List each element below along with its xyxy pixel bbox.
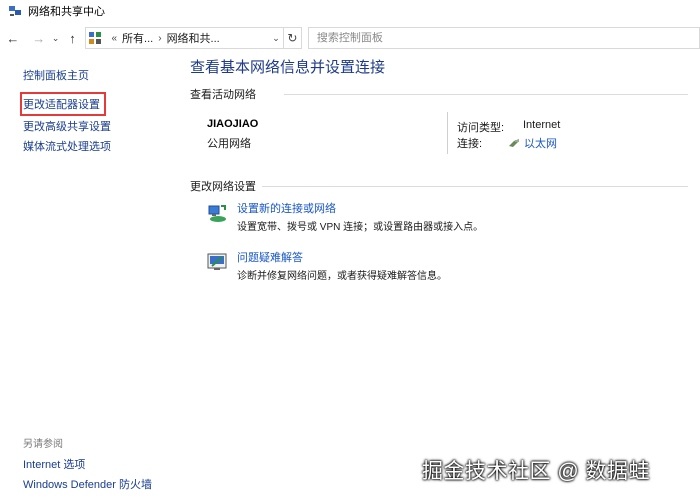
up-arrow-icon[interactable]: ↑ [64,28,82,48]
page-title: 查看基本网络信息并设置连接 [190,59,386,76]
search-box[interactable] [307,27,700,49]
back-arrow-icon[interactable]: ← [4,28,22,48]
sidebar-item-media-streaming[interactable]: 媒体流式处理选项 [23,138,111,154]
main-pane: 查看基本网络信息并设置连接 查看活动网络 JIAOJIAO 公用网络 访问类型:… [190,52,688,498]
divider [284,94,688,95]
forward-arrow-icon[interactable]: → [30,28,48,48]
breadcrumb-network[interactable]: 网络和共... [167,30,220,46]
ethernet-icon [509,139,519,147]
network-type: 公用网络 [207,138,251,150]
ethernet-link-label[interactable]: 以太网 [524,135,557,151]
connection-label: 连接: [457,138,483,150]
recent-locations-chevron-icon[interactable]: ⌄ [50,28,62,48]
task-new-connection: 设置新的连接或网络 设置宽带、拨号或 VPN 连接；或设置路由器或接入点。 [206,200,606,236]
watermark: 掘金技术社区 @ 数据蛙 [422,460,650,483]
sidebar-item-advanced-sharing[interactable]: 更改高级共享设置 [23,118,111,134]
address-dropdown-icon[interactable]: ⌄ [269,33,283,44]
breadcrumb-chevron-icon[interactable]: › [158,33,161,44]
troubleshoot-desc: 诊断并修复网络问题，或者获得疑难解答信息。 [237,271,447,282]
task-troubleshoot: 问题疑难解答 诊断并修复网络问题，或者获得疑难解答信息。 [206,249,606,285]
network-center-icon [9,6,21,16]
troubleshoot-icon [207,253,227,270]
control-panel-icon [89,32,102,44]
see-also-firewall[interactable]: Windows Defender 防火墙 [23,476,152,492]
change-settings-heading: 更改网络设置 [190,181,256,193]
refresh-icon[interactable]: ↻ [284,27,302,49]
left-pane: 控制面板主页 更改适配器设置 更改高级共享设置 媒体流式处理选项 另请参阅 In… [0,52,178,498]
new-connection-icon [208,205,226,222]
title-bar: 网络和共享中心 [0,0,700,22]
setup-connection-link[interactable]: 设置新的连接或网络 [237,200,336,216]
navigation-bar: ← → ⌄ ↑ « 所有... › 网络和共... ⌄ ↻ [0,26,700,50]
network-name: JIAOJIAO [207,118,259,130]
see-also-heading: 另请参阅 [23,439,63,450]
sidebar-item-change-adapter-settings[interactable]: 更改适配器设置 [20,92,106,116]
access-type-label: 访问类型: [457,122,505,134]
access-type-value: Internet [523,119,561,131]
breadcrumb-all[interactable]: 所有... [122,30,153,46]
active-networks-heading: 查看活动网络 [190,89,256,101]
search-input[interactable] [316,32,699,44]
setup-connection-desc: 设置宽带、拨号或 VPN 连接；或设置路由器或接入点。 [237,222,484,233]
vertical-divider [447,112,448,154]
troubleshoot-link[interactable]: 问题疑难解答 [237,249,303,265]
ethernet-link[interactable]: 以太网 [508,135,557,151]
address-bar[interactable]: « 所有... › 网络和共... ⌄ [85,27,285,49]
divider [262,186,688,187]
see-also-internet-options[interactable]: Internet 选项 [23,456,85,472]
sidebar-item-control-panel-home[interactable]: 控制面板主页 [23,67,89,83]
breadcrumb-separator: « [111,32,118,44]
window-title: 网络和共享中心 [28,6,105,18]
